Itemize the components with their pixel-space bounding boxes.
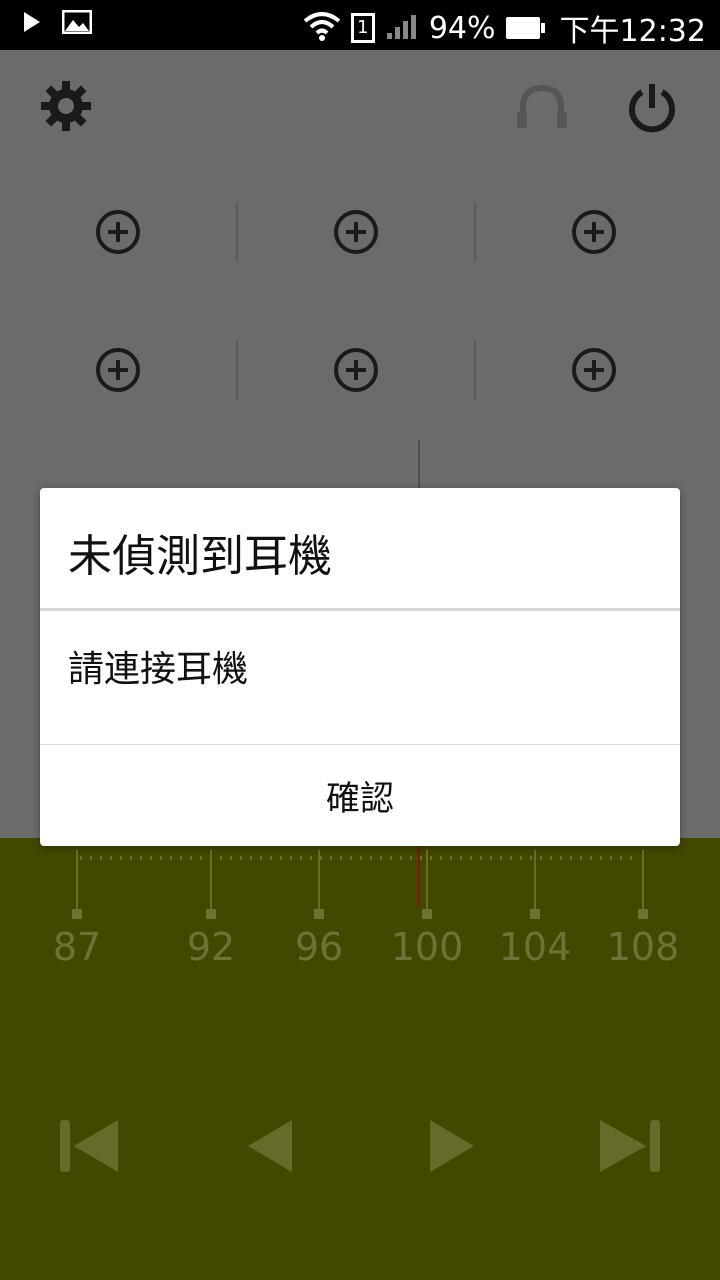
skip-next-icon[interactable] bbox=[598, 1118, 662, 1178]
tuner-panel bbox=[0, 838, 720, 1280]
dial-major-tick bbox=[210, 850, 212, 910]
preset-divider bbox=[474, 202, 476, 262]
dial-mark bbox=[314, 909, 324, 919]
dial-major-tick bbox=[76, 850, 78, 910]
headset-icon[interactable] bbox=[514, 80, 570, 134]
dial-major-tick bbox=[426, 850, 428, 910]
skip-previous-icon[interactable] bbox=[58, 1118, 122, 1178]
seek-next-icon[interactable] bbox=[428, 1118, 476, 1178]
dial-label: 108 bbox=[606, 925, 680, 969]
dial-minor-ticks[interactable] bbox=[80, 856, 640, 860]
gear-icon[interactable] bbox=[38, 78, 94, 134]
no-headset-dialog: 未偵測到耳機 請連接耳機 確認 bbox=[40, 488, 680, 846]
dialog-title: 未偵測到耳機 bbox=[68, 531, 332, 582]
battery-icon bbox=[505, 17, 545, 39]
dial-major-tick bbox=[642, 850, 644, 910]
preset-divider bbox=[236, 202, 238, 262]
preset-add-icon-4[interactable] bbox=[96, 348, 140, 392]
dialog-title-divider bbox=[40, 608, 680, 611]
dial-major-tick bbox=[534, 850, 536, 910]
dial-label: 104 bbox=[498, 925, 572, 969]
dial-mark bbox=[206, 909, 216, 919]
dialog-message: 請連接耳機 bbox=[68, 649, 249, 690]
wifi-icon bbox=[303, 11, 341, 45]
dial-label: 92 bbox=[186, 925, 236, 969]
preset-add-icon-6[interactable] bbox=[572, 348, 616, 392]
dial-label: 100 bbox=[390, 925, 464, 969]
confirm-button[interactable]: 確認 bbox=[40, 745, 680, 846]
dial-mark bbox=[530, 909, 540, 919]
tuning-needle[interactable] bbox=[418, 846, 420, 906]
preset-add-icon-3[interactable] bbox=[572, 210, 616, 254]
clock: 下午12:32 bbox=[559, 14, 706, 49]
signal-icon bbox=[385, 11, 419, 45]
dial-label: 96 bbox=[294, 925, 344, 969]
status-bar: 1 94% 下午12:32 bbox=[0, 0, 720, 50]
sim-icon: 1 bbox=[350, 13, 375, 43]
image-icon bbox=[61, 9, 93, 38]
preset-divider bbox=[474, 340, 476, 400]
battery-percent: 94% bbox=[428, 10, 496, 46]
dial-mark bbox=[72, 909, 82, 919]
dial-major-tick bbox=[318, 850, 320, 910]
play-icon bbox=[22, 10, 42, 38]
preset-divider bbox=[236, 340, 238, 400]
power-icon[interactable] bbox=[624, 80, 680, 136]
dial-mark bbox=[638, 909, 648, 919]
dial-label: 87 bbox=[52, 925, 102, 969]
preset-add-icon-2[interactable] bbox=[334, 210, 378, 254]
seek-previous-icon[interactable] bbox=[246, 1118, 294, 1178]
dial-mark bbox=[422, 909, 432, 919]
preset-add-icon-1[interactable] bbox=[96, 210, 140, 254]
preset-add-icon-5[interactable] bbox=[334, 348, 378, 392]
